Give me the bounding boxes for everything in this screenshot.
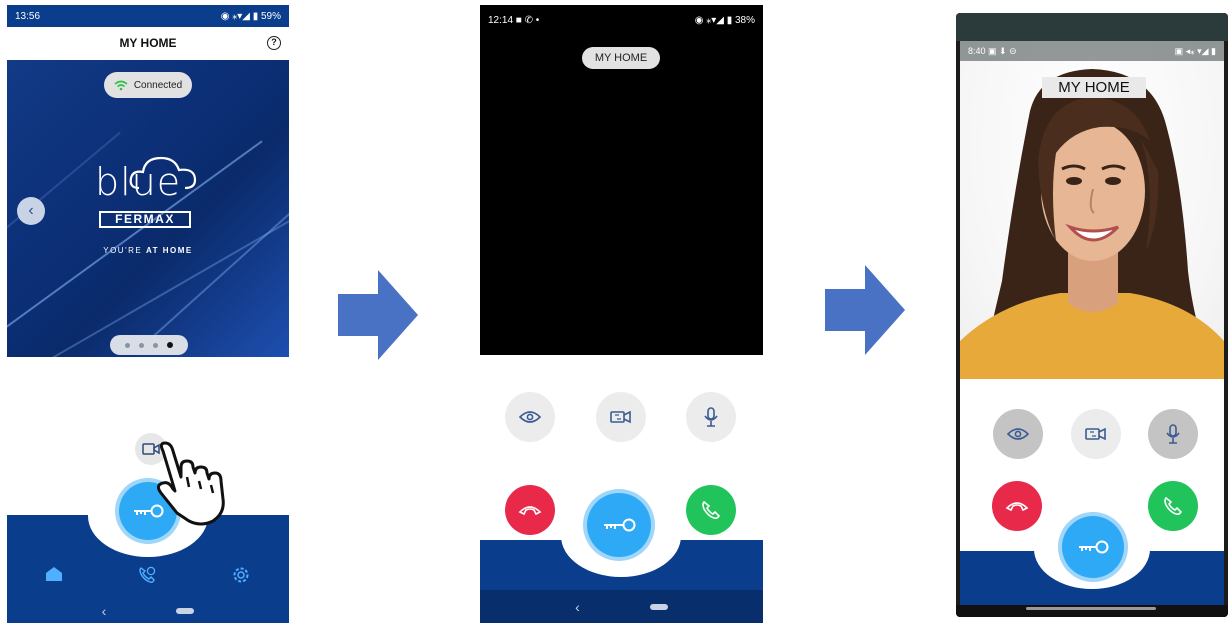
phone-active-call-screen: 8:40 ▣ ⬇ ⊝ ▣ ◂⁎ ▾◢ ▮ MY HOME (956, 13, 1228, 617)
home-tab-icon[interactable] (45, 566, 63, 587)
connection-status-pill: Connected (104, 72, 192, 98)
battery-level: 38% (734, 14, 755, 26)
back-nav-icon[interactable]: ‹ (575, 599, 580, 615)
device-bezel-top (956, 13, 1228, 41)
call-screen: 8:40 ▣ ⬇ ⊝ ▣ ◂⁎ ▾◢ ▮ MY HOME (960, 41, 1224, 613)
tagline-prefix: YOU'RE (103, 246, 143, 255)
battery-level: 59% (260, 10, 281, 22)
open-door-button[interactable] (1062, 516, 1124, 578)
connection-label: Connected (133, 79, 183, 91)
phone-icon (702, 500, 721, 520)
chevron-left-icon: ‹ (28, 202, 34, 219)
brand-fermax-logo: FERMAX (99, 211, 191, 228)
key-icon (1079, 540, 1109, 554)
eye-icon (1007, 428, 1029, 440)
microphone-icon (1166, 424, 1180, 444)
status-time: 13:56 (15, 10, 41, 22)
carousel-indicator (110, 335, 188, 355)
answer-call-button[interactable] (686, 485, 736, 535)
brand-tagline: YOU'RE AT HOME (7, 246, 289, 255)
hang-up-button[interactable] (505, 485, 555, 535)
device-name-label: MY HOME (1042, 77, 1146, 98)
phone-incoming-call-screen: 12:14 ■ ✆ • ◉ ⁎▾◢ ▮ 38% MY HOME ‹ (480, 5, 763, 623)
status-bar: 12:14 ■ ✆ • ◉ ⁎▾◢ ▮ 38% (480, 9, 763, 31)
view-camera-button[interactable] (505, 392, 555, 442)
call-history-tab-icon[interactable] (138, 566, 156, 589)
carousel-prev-button[interactable]: ‹ (17, 197, 45, 225)
pointing-hand-icon (156, 441, 225, 526)
title-bar: MY HOME ? (7, 27, 289, 59)
carousel-dot-active[interactable] (167, 342, 173, 348)
status-icons: ◉ ⁎▾◢ ▮ 59% (220, 10, 281, 22)
status-bar: 13:56 ◉ ⁎▾◢ ▮ 59% (7, 5, 289, 27)
switch-camera-button[interactable] (596, 392, 646, 442)
device-name: MY HOME (1058, 79, 1130, 96)
key-icon (604, 518, 636, 532)
system-nav-bar: ‹ (7, 603, 289, 619)
home-nav-pill[interactable] (176, 608, 195, 614)
answer-call-button[interactable] (1148, 481, 1198, 531)
phone-icon (1164, 496, 1183, 516)
gear-icon (233, 567, 249, 583)
tagline-emphasis: AT HOME (145, 246, 193, 255)
hang-up-button[interactable] (992, 481, 1042, 531)
page-title: MY HOME (119, 36, 177, 50)
phone-home-screen: 13:56 ◉ ⁎▾◢ ▮ 59% MY HOME ? Connected ‹ (7, 5, 289, 623)
flow-arrow-icon (825, 265, 905, 355)
carousel-dot[interactable] (125, 342, 130, 348)
status-icons: ◉ ⁎▾◢ ▮ 38% (694, 14, 755, 26)
help-icon[interactable]: ? (267, 36, 281, 50)
carousel-dot[interactable] (153, 342, 158, 348)
status-time: 12:14 (488, 14, 514, 26)
status-icons: ▣ ◂⁎ ▾◢ ▮ (1174, 45, 1216, 56)
status-left: 8:40 ▣ ⬇ ⊝ (968, 45, 1017, 56)
home-gesture-bar[interactable] (1026, 607, 1156, 610)
view-camera-button[interactable] (993, 409, 1043, 459)
microphone-button[interactable] (1148, 409, 1198, 459)
device-name: MY HOME (594, 52, 648, 64)
camera-switch-icon (1085, 427, 1106, 441)
brand-banner: Connected ‹ blue FERMAX YOU'RE AT HOME (7, 60, 289, 357)
back-nav-icon[interactable]: ‹ (102, 603, 107, 619)
microphone-button[interactable] (686, 392, 736, 442)
status-left: 12:14 ■ ✆ • (488, 14, 540, 26)
switch-camera-button[interactable] (1071, 409, 1121, 459)
eye-icon (519, 411, 541, 423)
hang-up-icon (518, 506, 542, 516)
wifi-icon (114, 80, 128, 90)
house-icon (46, 567, 62, 581)
hang-up-icon (1005, 502, 1029, 512)
status-time: 8:40 (968, 45, 986, 56)
camera-switch-icon (610, 410, 631, 424)
carousel-dot[interactable] (139, 342, 144, 348)
microphone-icon (704, 407, 718, 427)
status-bar: 8:40 ▣ ⬇ ⊝ ▣ ◂⁎ ▾◢ ▮ (960, 41, 1224, 61)
screenshot-sequence: 13:56 ◉ ⁎▾◢ ▮ 59% MY HOME ? Connected ‹ (0, 0, 1230, 625)
phone-clock-icon (139, 566, 156, 583)
open-door-button[interactable] (587, 493, 651, 557)
home-nav-pill[interactable] (649, 604, 668, 610)
brand-wordmark: blue (95, 160, 182, 204)
settings-tab-icon[interactable] (232, 566, 250, 589)
device-name-label: MY HOME (582, 47, 660, 69)
system-nav-buttons: ‹ (480, 599, 763, 615)
flow-arrow-icon (338, 270, 418, 360)
